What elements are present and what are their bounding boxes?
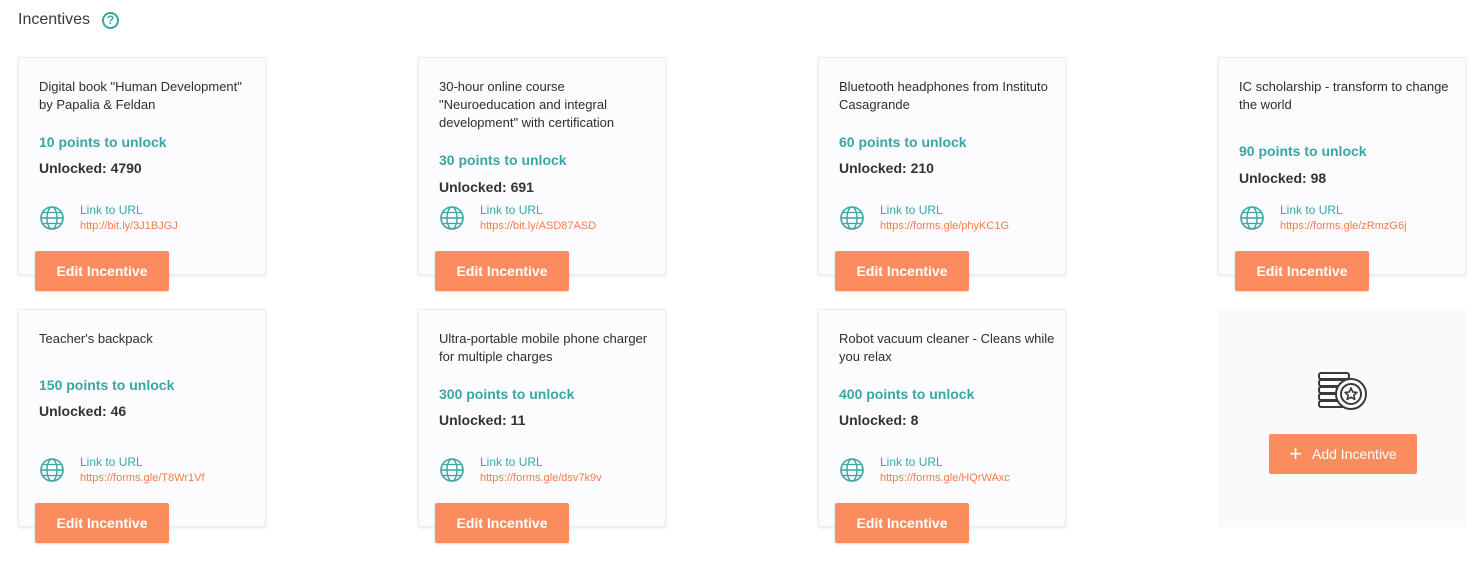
incentive-card: Teacher's backpack 150 points to unlock …: [18, 309, 266, 543]
incentive-points: 90 points to unlock: [1239, 143, 1367, 159]
link-label[interactable]: Link to URL: [880, 203, 1009, 218]
add-incentive-label: Add Incentive: [1312, 446, 1397, 462]
link-url[interactable]: https://bit.ly/ASD87ASD: [480, 218, 596, 234]
add-incentive-button[interactable]: + Add Incentive: [1269, 434, 1417, 474]
link-url[interactable]: https://forms.gle/HQrWAxc: [880, 470, 1010, 486]
edit-incentive-button[interactable]: Edit Incentive: [1235, 251, 1369, 291]
incentive-points: 150 points to unlock: [39, 377, 175, 393]
incentive-unlocked-count: Unlocked: 98: [1239, 170, 1327, 186]
incentive-unlocked-count: Unlocked: 210: [839, 160, 934, 176]
globe-icon: [440, 458, 464, 482]
incentive-link: Link to URL https://forms.gle/phyKC1G: [839, 203, 1009, 234]
incentive-points: 400 points to unlock: [839, 386, 975, 402]
incentive-card: Bluetooth headphones from Instituto Casa…: [818, 57, 1066, 291]
incentive-points: 60 points to unlock: [839, 134, 967, 150]
globe-icon: [40, 458, 64, 482]
incentive-card: Digital book "Human Development" by Papa…: [18, 57, 266, 291]
link-label[interactable]: Link to URL: [80, 203, 178, 218]
globe-icon: [440, 206, 464, 230]
help-icon[interactable]: ?: [102, 11, 120, 29]
link-url[interactable]: http://bit.ly/3J1BJGJ: [80, 218, 178, 234]
incentive-name: Robot vacuum cleaner - Cleans while you …: [839, 331, 1055, 364]
incentive-link: Link to URL http://bit.ly/3J1BJGJ: [39, 203, 178, 234]
link-label[interactable]: Link to URL: [480, 203, 596, 218]
edit-incentive-button[interactable]: Edit Incentive: [435, 251, 569, 291]
edit-incentive-button[interactable]: Edit Incentive: [835, 251, 969, 291]
globe-icon: [840, 206, 864, 230]
incentive-card: 30-hour online course "Neuroeducation an…: [418, 57, 666, 291]
incentive-points: 10 points to unlock: [39, 134, 167, 150]
incentive-link: Link to URL https://forms.gle/T8Wr1Vf: [39, 455, 205, 486]
globe-icon: [40, 206, 64, 230]
incentive-link: Link to URL https://bit.ly/ASD87ASD: [439, 203, 596, 234]
add-incentive-card: + Add Incentive: [1218, 309, 1466, 527]
plus-icon: +: [1289, 441, 1302, 466]
incentive-points: 300 points to unlock: [439, 386, 575, 402]
incentive-unlocked-count: Unlocked: 691: [439, 179, 534, 195]
globe-icon: [1240, 206, 1264, 230]
incentive-unlocked-count: Unlocked: 4790: [39, 160, 142, 176]
incentive-name: Teacher's backpack: [39, 331, 153, 346]
link-label[interactable]: Link to URL: [1280, 203, 1407, 218]
incentive-points: 30 points to unlock: [439, 152, 567, 168]
edit-incentive-button[interactable]: Edit Incentive: [435, 503, 569, 543]
incentive-card: IC scholarship - transform to change the…: [1218, 57, 1466, 291]
link-label[interactable]: Link to URL: [80, 455, 205, 470]
link-label[interactable]: Link to URL: [480, 455, 602, 470]
incentive-unlocked-count: Unlocked: 46: [39, 403, 127, 419]
edit-incentive-button[interactable]: Edit Incentive: [35, 503, 169, 543]
incentive-link: Link to URL https://forms.gle/HQrWAxc: [839, 455, 1010, 486]
link-url[interactable]: https://forms.gle/phyKC1G: [880, 218, 1009, 234]
incentive-card: Robot vacuum cleaner - Cleans while you …: [818, 309, 1066, 543]
incentive-link: Link to URL https://forms.gle/zRmzG6j: [1239, 203, 1407, 234]
incentive-name: 30-hour online course "Neuroeducation an…: [439, 79, 615, 130]
edit-incentive-button[interactable]: Edit Incentive: [835, 503, 969, 543]
incentive-card: Ultra-portable mobile phone charger for …: [418, 309, 666, 543]
link-url[interactable]: https://forms.gle/dsv7k9v: [480, 470, 602, 486]
coins-stack-icon: [1318, 372, 1367, 410]
page-title: Incentives: [18, 11, 91, 28]
edit-incentive-button[interactable]: Edit Incentive: [35, 251, 169, 291]
globe-icon: [840, 458, 864, 482]
incentive-link: Link to URL https://forms.gle/dsv7k9v: [439, 455, 602, 486]
incentive-name: Bluetooth headphones from Instituto Casa…: [839, 79, 1048, 112]
incentive-name: Digital book "Human Development" by Papa…: [39, 79, 242, 112]
page-header: Incentives ?: [18, 11, 120, 29]
incentive-unlocked-count: Unlocked: 8: [839, 412, 919, 428]
link-url[interactable]: https://forms.gle/zRmzG6j: [1280, 218, 1407, 234]
incentive-name: Ultra-portable mobile phone charger for …: [439, 331, 648, 364]
incentive-name: IC scholarship - transform to change the…: [1239, 79, 1449, 112]
link-label[interactable]: Link to URL: [880, 455, 1010, 470]
incentive-unlocked-count: Unlocked: 11: [439, 412, 526, 428]
link-url[interactable]: https://forms.gle/T8Wr1Vf: [80, 470, 205, 486]
